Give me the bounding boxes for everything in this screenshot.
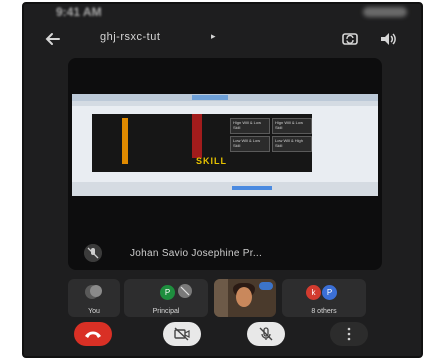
back-arrow-icon[interactable] — [42, 28, 64, 50]
presenter-tile[interactable]: Hign Will & Low Skill Hign Will & Low Sk… — [68, 58, 382, 270]
presenter-name: Johan Savio Josephine Pr... — [130, 248, 263, 259]
participant-label: Principal — [152, 308, 180, 315]
camera-off-icon — [174, 327, 190, 341]
speaking-indicator-icon — [259, 282, 273, 290]
participant-label: 8 others — [311, 308, 337, 315]
presenter-name-bar: Johan Savio Josephine Pr... — [80, 243, 370, 265]
shared-taskbar — [72, 182, 378, 196]
mic-toggle-button[interactable] — [247, 322, 285, 346]
participant-video — [236, 287, 252, 307]
status-bar: 9:41 AM — [24, 4, 421, 22]
slide-accent-bar — [122, 118, 128, 164]
status-time: 9:41 AM — [56, 5, 102, 19]
meet-call-window: 9:41 AM ghj-rsxc-tut ▸ Hign Will & Low S… — [22, 2, 423, 358]
mic-off-icon — [259, 327, 273, 341]
speaker-icon[interactable] — [377, 28, 399, 50]
slide-cell: Low Will & High Skill — [272, 136, 312, 152]
status-icons — [363, 7, 407, 17]
chevron-right-icon[interactable]: ▸ — [211, 31, 216, 42]
slide-cell: Low Will & Low Skill — [230, 136, 270, 152]
camera-toggle-button[interactable] — [163, 322, 201, 346]
shared-screen: Hign Will & Low Skill Hign Will & Low Sk… — [72, 94, 378, 196]
participant-label: You — [88, 308, 100, 315]
more-options-button[interactable] — [330, 322, 368, 346]
participant-tile-principal[interactable]: P Principal — [124, 279, 208, 317]
avatar: P — [160, 285, 175, 300]
more-vert-icon — [347, 327, 351, 341]
shared-slide: Hign Will & Low Skill Hign Will & Low Sk… — [92, 114, 312, 172]
shared-address-bar — [72, 101, 378, 106]
participant-tile-others[interactable]: k P 8 others — [282, 279, 366, 317]
shared-browser-tabs — [72, 94, 378, 101]
mic-off-icon — [84, 244, 102, 262]
participant-tile-camera[interactable] — [214, 279, 276, 317]
call-controls — [24, 322, 421, 350]
avatar: P — [322, 285, 337, 300]
slide-cell: Hign Will & Low Skill — [230, 118, 270, 134]
end-call-button[interactable] — [74, 322, 112, 346]
avatar: k — [306, 285, 321, 300]
participant-strip: You P Principal k P 8 others — [68, 279, 388, 321]
mic-off-icon — [178, 284, 192, 298]
slide-cell: Hign Will & Low Skill — [272, 118, 312, 134]
call-header: ghj-rsxc-tut ▸ — [24, 24, 421, 54]
slide-axis-bar — [192, 114, 202, 158]
participant-tile-you[interactable]: You — [68, 279, 120, 317]
switch-camera-icon[interactable] — [339, 28, 361, 50]
slide-title: SKILL — [196, 156, 227, 166]
meeting-code[interactable]: ghj-rsxc-tut — [100, 31, 160, 43]
mic-off-icon — [85, 285, 102, 299]
phone-hangup-icon — [85, 331, 101, 338]
